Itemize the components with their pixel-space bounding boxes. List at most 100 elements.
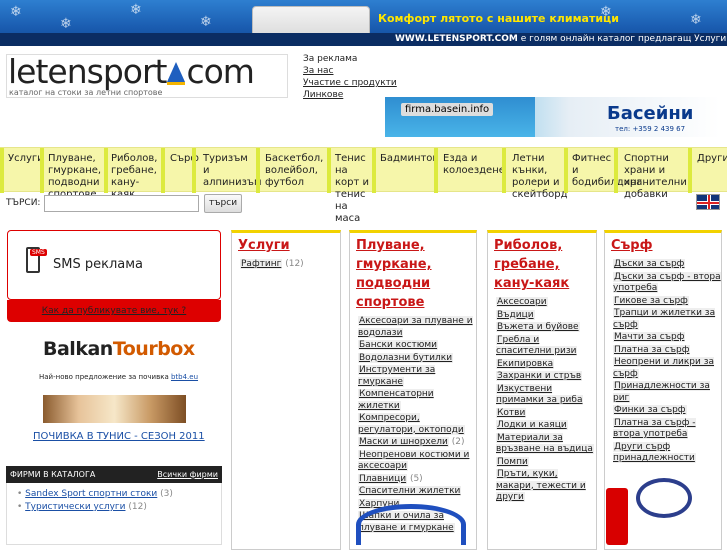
nav-item[interactable]: Фитнес и бодибилдинг bbox=[572, 153, 642, 189]
ticker-site: WWW.LETENSPORT.COM bbox=[395, 34, 518, 44]
nav-item[interactable]: Летни кънки, ролери и скейтборд bbox=[512, 153, 568, 201]
ticker-text: е голям онлайн каталог предлагащ Услуги,… bbox=[520, 34, 727, 44]
subcategory-link[interactable]: Въжета и буйове bbox=[496, 322, 580, 332]
list-item: Материали за връзване на въдица bbox=[492, 432, 596, 456]
nav-item[interactable]: Спортни храни и хранителни добавки bbox=[624, 153, 687, 201]
ads-link[interactable]: За реклама bbox=[303, 53, 397, 65]
nav-item[interactable]: Услуги bbox=[8, 153, 44, 165]
subcategory-link[interactable]: Изкуствени примамки за риба bbox=[496, 383, 584, 405]
category-nav: Услуги Плуване, гмуркане, подводни спорт… bbox=[0, 147, 727, 224]
sms-ad[interactable]: SMS SMS реклама bbox=[7, 230, 221, 300]
subcategory-link[interactable]: Финки за сърф bbox=[613, 405, 687, 415]
subcategory-link[interactable]: Аксесоари за плуване и водолази bbox=[358, 316, 473, 338]
subcategory-link[interactable]: Материали за връзване на въдица bbox=[496, 432, 594, 454]
all-firms-link[interactable]: Всички фирми bbox=[157, 466, 218, 483]
snowflake-icon: ❄ bbox=[200, 14, 212, 30]
subcategory-list: Дъски за сърф Дъски за сърф - втора упот… bbox=[609, 259, 721, 465]
subcategory-link[interactable]: Екипировка bbox=[496, 358, 555, 369]
firm-link[interactable]: Туристически услуги bbox=[25, 502, 125, 512]
firms-header: ФИРМИ В КАТАЛОГА Всички фирми bbox=[6, 466, 222, 483]
subcategory-link[interactable]: Въдици bbox=[496, 309, 535, 320]
subcategory-link[interactable]: Бански костюми bbox=[358, 340, 439, 350]
subcategory-list: Рафтинг (12) bbox=[236, 259, 340, 271]
subcategory-link[interactable]: Котви bbox=[496, 407, 527, 418]
nav-item[interactable]: Езда и колоездене bbox=[443, 153, 505, 177]
subcategory-link[interactable]: Рафтинг bbox=[240, 259, 283, 269]
nav-item[interactable]: Други bbox=[697, 153, 727, 165]
subcategory-link[interactable]: Платна за сърф bbox=[613, 344, 691, 355]
search-label: ТЪРСИ: bbox=[6, 198, 41, 208]
subcategory-count: (2) bbox=[451, 437, 465, 447]
category-column: Риболов, гребане, кану-каяк Аксесоари Въ… bbox=[487, 230, 597, 550]
subcategory-link[interactable]: Дъски за сърф - втора употреба bbox=[613, 271, 721, 293]
subcategory-link[interactable]: Лодки и каяци bbox=[496, 420, 568, 430]
promo-text: Комфорт лятото с нашите климатици bbox=[378, 12, 619, 25]
about-link[interactable]: За нас bbox=[303, 65, 397, 77]
subcategory-link[interactable]: Помпи bbox=[496, 456, 529, 467]
nav-item[interactable]: Баскетбол, волейбол, футбол bbox=[265, 153, 325, 189]
list-item: Котви bbox=[492, 407, 596, 420]
subcategory-link[interactable]: Плавници bbox=[358, 473, 408, 484]
list-item: Аксесоари bbox=[492, 297, 596, 309]
column-title[interactable]: Риболов, гребане, кану-каяк bbox=[494, 236, 596, 293]
nav-item[interactable]: Риболов, гребане, кану-каяк bbox=[111, 153, 161, 201]
balkantour-logo[interactable]: BalkanTourbox bbox=[43, 338, 195, 360]
subcategory-link[interactable]: Маски и шнорхели bbox=[358, 437, 449, 447]
list-item: Въдици bbox=[492, 309, 596, 322]
top-banner[interactable]: ❄ ❄ ❄ ❄ ❄ ❄ Комфорт лятото с нашите клим… bbox=[0, 0, 727, 46]
site-logo[interactable]: letensport com bbox=[8, 52, 255, 91]
subcategory-link[interactable]: Мачти за сърф bbox=[613, 332, 686, 342]
subcategory-link[interactable]: Платна за сърф - втора употреба bbox=[613, 417, 696, 439]
list-item: Дъски за сърф - втора употреба bbox=[609, 271, 721, 295]
subcategory-link[interactable]: Трапци и жилетки за сърф bbox=[613, 308, 716, 330]
nav-item[interactable]: Туризъм и алпинизъм bbox=[203, 153, 262, 189]
sailboat-icon bbox=[167, 62, 186, 85]
list-item: Бански костюми bbox=[354, 340, 476, 352]
list-item: Финки за сърф bbox=[609, 405, 721, 417]
list-item: Туристически услуги (12) bbox=[17, 501, 221, 514]
nav-item[interactable]: Сърф bbox=[170, 153, 199, 165]
subcategory-link[interactable]: Неопренови костюми и аксесоари bbox=[358, 449, 470, 471]
nav-item[interactable]: Плуване, гмуркане, подводни спортове bbox=[48, 153, 104, 201]
firm-link[interactable]: Sandex Sport спортни стоки bbox=[25, 489, 157, 499]
search-input[interactable] bbox=[44, 195, 199, 212]
products-link[interactable]: Участие с продукти bbox=[303, 77, 397, 89]
subcategory-link[interactable]: Неопрени и ликри за сърф bbox=[613, 357, 715, 379]
subcategory-link[interactable]: Инструменти за гмуркане bbox=[358, 365, 436, 387]
subcategory-link[interactable]: Аксесоари bbox=[496, 297, 548, 307]
subcategory-link[interactable]: Пръти, куки, макари, тежести и други bbox=[496, 469, 586, 502]
subcategory-link[interactable]: Дъски за сърф bbox=[613, 259, 686, 269]
list-item: Компресори, регулатори, октоподи bbox=[354, 413, 476, 436]
banner-tel: тел: +359 2 439 67 bbox=[615, 125, 686, 133]
nav-item[interactable]: Тенис на корт и тенис на маса bbox=[335, 153, 369, 225]
list-item: Инструменти за гмуркане bbox=[354, 365, 476, 388]
search-button[interactable]: търси bbox=[204, 194, 242, 213]
pool-banner[interactable]: firma.basein.info Басейни тел: +359 2 43… bbox=[385, 97, 720, 137]
english-flag-icon[interactable] bbox=[696, 194, 720, 210]
sms-badge: SMS bbox=[30, 249, 47, 256]
subcategory-link[interactable]: Компресори, регулатори, октоподи bbox=[358, 413, 465, 435]
subcategory-link[interactable]: Принадлежности за риг bbox=[613, 381, 710, 403]
links-link[interactable]: Линкове bbox=[303, 89, 397, 101]
balkantour-sub: Най-ново предложение за почивка btb4.eu bbox=[39, 373, 198, 381]
nav-item[interactable]: Бадминтон bbox=[380, 153, 439, 165]
list-item: Гикове за сърф bbox=[609, 295, 721, 308]
balkantour-image[interactable] bbox=[43, 395, 186, 423]
subcategory-link[interactable]: Водолазни бутилки bbox=[358, 352, 454, 363]
subcategory-link[interactable]: Гребла и спасителни ризи bbox=[496, 334, 578, 356]
list-item: Водолазни бутилки bbox=[354, 352, 476, 365]
column-title[interactable]: Сърф bbox=[611, 236, 721, 255]
subcategory-link[interactable]: Гикове за сърф bbox=[613, 295, 689, 306]
column-title[interactable]: Услуги bbox=[238, 236, 340, 255]
subcategory-link[interactable]: Спасителни жилетки bbox=[358, 486, 462, 496]
subcategory-link[interactable]: Други сърф принадлежности bbox=[613, 441, 696, 463]
subcategory-link[interactable]: Захранки и стръв bbox=[496, 371, 583, 381]
brand-part2: Tourbox bbox=[112, 338, 195, 360]
snowflake-icon: ❄ bbox=[60, 16, 72, 32]
sms-link[interactable]: Как да публикувате вие, тук ? bbox=[7, 300, 221, 322]
subcategory-link[interactable]: Компенсаторни жилетки bbox=[358, 389, 434, 411]
balkantour-sub-link[interactable]: btb4.eu bbox=[171, 373, 198, 381]
firms-title: ФИРМИ В КАТАЛОГА bbox=[10, 470, 96, 479]
tunisia-link[interactable]: ПОЧИВКА В ТУНИС - СЕЗОН 2011 bbox=[33, 431, 205, 442]
column-title[interactable]: Плуване, гмуркане, подводни спортове bbox=[356, 236, 476, 312]
